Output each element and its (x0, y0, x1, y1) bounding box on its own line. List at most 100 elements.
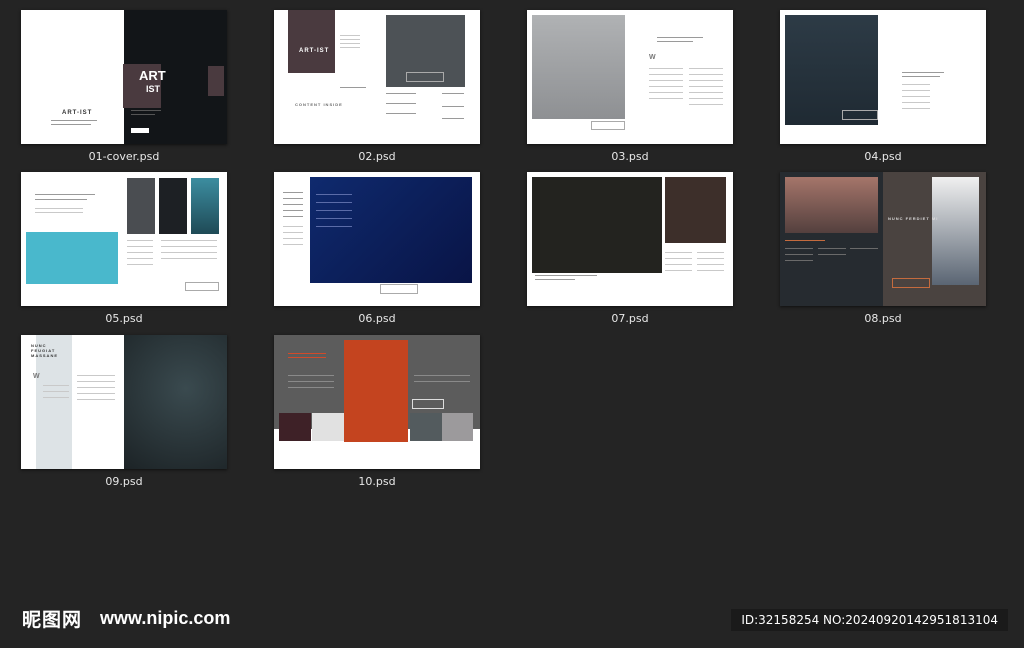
photo-placeholder (785, 15, 878, 125)
text-line (649, 86, 683, 87)
thumbnail-02[interactable]: ART-IST CONTENT INSIDE (274, 10, 480, 144)
thumbnail-10[interactable] (274, 335, 480, 469)
text-line (127, 252, 153, 253)
heading-line (283, 198, 303, 199)
text-line (689, 68, 723, 69)
thumbnail-06[interactable] (274, 172, 480, 306)
watermark-id: ID:32158254 NO:20240920142951813104 (731, 609, 1008, 631)
text-line (689, 86, 723, 87)
page2-logo: ART-IST (299, 48, 330, 54)
page9-heading: NUNC FEUGIAT MASSANE (31, 343, 59, 358)
heading-line (283, 210, 303, 211)
caption-box (185, 282, 219, 291)
text-line (414, 381, 470, 382)
caption-box (842, 110, 878, 120)
text-line (785, 254, 813, 255)
rust-photo (344, 340, 408, 442)
text-line (689, 92, 723, 93)
text-line (340, 43, 360, 44)
text-line (283, 232, 303, 233)
text-line (902, 90, 930, 91)
watermark-logo: 昵图网 (22, 609, 83, 631)
file-name: 03.psd (611, 150, 649, 163)
text-line (161, 240, 217, 241)
swatch (312, 413, 344, 441)
accent-line (288, 357, 326, 358)
text-line (77, 393, 115, 394)
text-line (77, 399, 115, 400)
text-line (689, 98, 723, 99)
text-line (340, 39, 360, 40)
page2-contents: CONTENT INSIDE (295, 102, 343, 107)
thumbnail-07[interactable] (527, 172, 733, 306)
navy-photo (310, 177, 472, 283)
text-line (288, 375, 334, 376)
watermark-url: www.nipic.com (100, 608, 231, 628)
text-line (818, 248, 846, 249)
text-line (161, 252, 217, 253)
text-line (283, 238, 303, 239)
cover-label (131, 128, 149, 133)
heading-line (35, 199, 87, 200)
heading-line (902, 76, 940, 77)
cover-title: ART-IST (62, 110, 93, 116)
file-name: 09.psd (105, 475, 143, 488)
text-line (902, 108, 930, 109)
caption-box (892, 278, 930, 288)
text-line (340, 35, 360, 36)
caption-box (412, 399, 444, 409)
text-line (283, 244, 303, 245)
thumbnail-04[interactable] (780, 10, 986, 144)
text-line (649, 92, 683, 93)
text-line (127, 264, 153, 265)
text-line (665, 270, 692, 271)
page9-dropcap: W (33, 373, 41, 380)
text-line (902, 84, 930, 85)
file-name: 04.psd (864, 150, 902, 163)
overlay-line (316, 226, 352, 227)
swatch (279, 413, 311, 441)
text-line (77, 381, 115, 382)
heading-line (283, 216, 303, 217)
accent-line (288, 353, 326, 354)
photo-placeholder (127, 178, 155, 234)
thumbnail-08[interactable]: NUNC FERDIET MI (780, 172, 986, 306)
photo-placeholder (159, 178, 187, 234)
heading-line (535, 279, 575, 280)
text-line (697, 264, 724, 265)
text-line (35, 208, 83, 209)
text-line (665, 258, 692, 259)
file-name: 02.psd (358, 150, 396, 163)
text-line (43, 397, 69, 398)
text-line (902, 102, 930, 103)
toc-line (386, 103, 416, 104)
toc-line (386, 113, 416, 114)
photo-placeholder (532, 177, 662, 273)
toc-line (442, 118, 464, 119)
thumbnail-01[interactable]: ART IST ART-IST (21, 10, 227, 144)
text-line (689, 104, 723, 105)
photo-placeholder (785, 177, 878, 233)
thumbnail-05[interactable] (21, 172, 227, 306)
thumbnail-09[interactable]: NUNC FEUGIAT MASSANE W (21, 335, 227, 469)
text-line (649, 80, 683, 81)
text-line (288, 387, 334, 388)
thumbnail-03[interactable]: W (527, 10, 733, 144)
text-line (127, 240, 153, 241)
text-line (283, 226, 303, 227)
text-line (850, 248, 878, 249)
cover-line (131, 110, 161, 111)
photo-placeholder (932, 177, 979, 285)
logo-panel (288, 10, 335, 73)
cover-logo-bottom: IST (146, 84, 161, 94)
text-line (43, 391, 69, 392)
file-name: 01-cover.psd (88, 150, 160, 163)
file-name: 10.psd (358, 475, 396, 488)
text-line (35, 212, 83, 213)
accent-line (785, 240, 825, 241)
overlay-line (316, 202, 352, 203)
page3-dropcap: W (649, 54, 657, 61)
teal-photo (26, 232, 118, 284)
text-line (340, 47, 360, 48)
heading-line (283, 204, 303, 205)
